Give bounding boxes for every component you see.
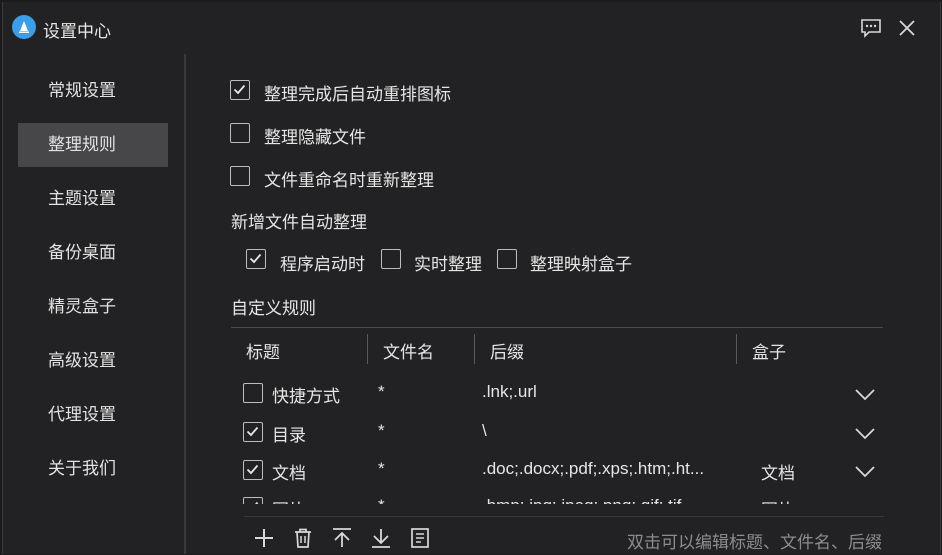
sidebar-item-general[interactable]: 常规设置 xyxy=(18,69,168,113)
rules-panel: 整理完成后自动重排图标 整理隐藏文件 文件重命名时重新整理 新增文件自动整理 程… xyxy=(186,54,940,554)
add-icon[interactable] xyxy=(252,526,276,550)
row-checkbox[interactable] xyxy=(243,422,263,442)
row-filename[interactable]: * xyxy=(378,421,385,441)
settings-window: 设置中心 常规设置 整理规则 主题设置 备份桌面 精灵盒子 高级设置 代理设置 … xyxy=(2,2,941,554)
checkmark-icon xyxy=(233,84,246,95)
column-header-box[interactable]: 盒子 xyxy=(752,338,786,363)
sidebar-nav: 常规设置 整理规则 主题设置 备份桌面 精灵盒子 高级设置 代理设置 关于我们 xyxy=(3,54,184,554)
row-suffix[interactable]: .doc;.docx;.pdf;.xps;.htm;.ht... xyxy=(482,459,732,479)
chevron-down-icon[interactable] xyxy=(854,465,876,479)
chevron-down-icon[interactable] xyxy=(854,388,876,402)
trash-icon[interactable] xyxy=(291,526,315,550)
auto-checkbox-mapbox[interactable] xyxy=(497,249,517,269)
move-top-icon[interactable] xyxy=(330,526,354,550)
auto-label-startup: 程序启动时 xyxy=(280,255,365,274)
row-box[interactable]: 图片 xyxy=(761,496,795,504)
column-header-suffix[interactable]: 后缀 xyxy=(490,338,524,363)
row-title[interactable]: 目录 xyxy=(272,421,306,446)
app-logo-icon xyxy=(12,15,36,39)
sidebar-item-proxy[interactable]: 代理设置 xyxy=(18,393,168,437)
column-header-filename[interactable]: 文件名 xyxy=(383,338,434,363)
row-box[interactable]: 文档 xyxy=(761,459,795,484)
toolbar-divider xyxy=(244,516,884,517)
checkmark-icon xyxy=(246,464,259,475)
edit-hint-text: 双击可以编辑标题、文件名、后缀 xyxy=(627,533,882,552)
row-checkbox[interactable] xyxy=(243,497,263,504)
checkmark-icon xyxy=(246,426,259,437)
option-checkbox[interactable] xyxy=(230,80,250,100)
auto-organize-heading: 新增文件自动整理 xyxy=(231,213,367,232)
row-checkbox[interactable] xyxy=(243,460,263,480)
auto-label-realtime: 实时整理 xyxy=(414,255,482,274)
move-bottom-icon[interactable] xyxy=(369,526,393,550)
column-separator[interactable] xyxy=(474,334,475,364)
option-label: 文件重命名时重新整理 xyxy=(264,171,434,190)
option-label: 整理隐藏文件 xyxy=(264,128,366,147)
row-title[interactable]: 图片 xyxy=(272,496,306,504)
row-filename[interactable]: * xyxy=(378,459,385,479)
option-label: 整理完成后自动重排图标 xyxy=(264,85,451,104)
option-checkbox[interactable] xyxy=(230,166,250,186)
chevron-down-icon[interactable] xyxy=(854,427,876,441)
checkmark-icon xyxy=(249,253,262,264)
column-separator[interactable] xyxy=(367,334,368,364)
sidebar-item-backup[interactable]: 备份桌面 xyxy=(18,231,168,275)
row-suffix[interactable]: .bmp;.jpg;.jpeg;.png;.gif;.tif... xyxy=(482,496,732,504)
sidebar-item-rules[interactable]: 整理规则 xyxy=(18,123,168,167)
row-filename[interactable]: * xyxy=(378,382,385,402)
sidebar-item-about[interactable]: 关于我们 xyxy=(18,447,168,491)
close-button[interactable] xyxy=(894,15,920,41)
close-icon xyxy=(899,20,915,36)
auto-checkbox-realtime[interactable] xyxy=(381,249,401,269)
sidebar-item-theme[interactable]: 主题设置 xyxy=(18,177,168,221)
row-suffix[interactable]: .lnk;.url xyxy=(482,382,732,402)
auto-checkbox-startup[interactable] xyxy=(246,249,266,269)
chat-bubble-icon xyxy=(861,19,881,38)
row-title[interactable]: 快捷方式 xyxy=(272,382,340,407)
sidebar-item-advanced[interactable]: 高级设置 xyxy=(18,339,168,383)
option-checkbox[interactable] xyxy=(230,123,250,143)
auto-label-mapbox: 整理映射盒子 xyxy=(530,255,632,274)
row-filename[interactable]: * xyxy=(378,496,385,504)
notes-icon[interactable] xyxy=(408,526,432,550)
row-suffix[interactable]: \ xyxy=(482,421,732,441)
titlebar: 设置中心 xyxy=(3,2,940,54)
row-title[interactable]: 文档 xyxy=(272,459,306,484)
column-separator[interactable] xyxy=(736,334,737,364)
window-title: 设置中心 xyxy=(43,22,111,41)
feedback-button[interactable] xyxy=(858,15,884,41)
row-checkbox[interactable] xyxy=(243,383,263,403)
column-header-title[interactable]: 标题 xyxy=(246,338,280,363)
table-top-border xyxy=(231,327,883,328)
checkmark-icon xyxy=(255,501,259,504)
sidebar-item-box[interactable]: 精灵盒子 xyxy=(18,285,168,329)
table-row[interactable]: 图片 * .bmp;.jpg;.jpeg;.png;.gif;.tif... 图… xyxy=(186,492,940,504)
custom-rules-heading: 自定义规则 xyxy=(231,299,316,318)
